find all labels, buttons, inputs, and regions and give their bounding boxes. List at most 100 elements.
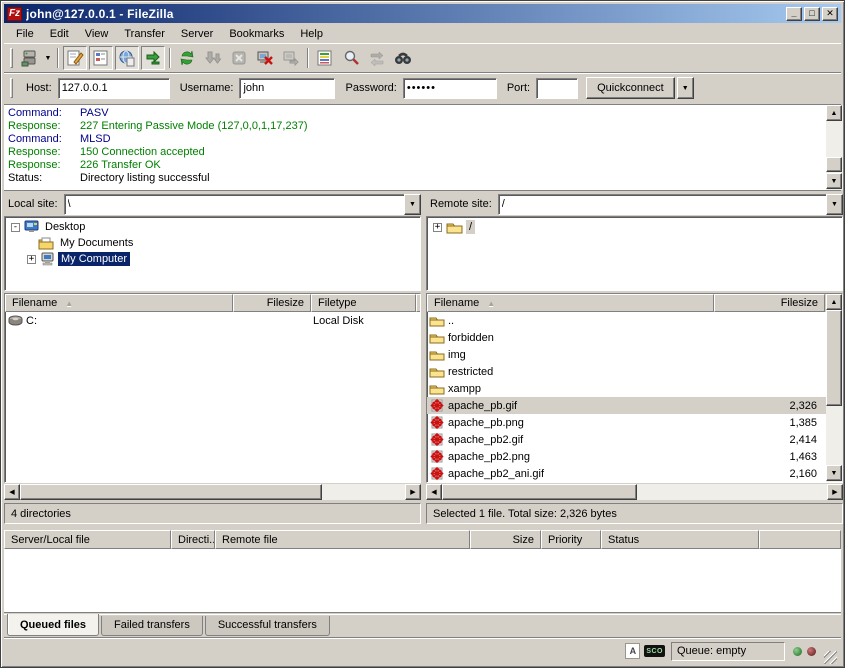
synchronized-browsing-icon[interactable]	[365, 46, 389, 70]
tree-item-my-documents[interactable]: My Documents	[5, 235, 420, 251]
remote-site-label: Remote site:	[430, 198, 492, 210]
minimize-button[interactable]: _	[786, 7, 802, 21]
menu-item[interactable]: Server	[173, 26, 221, 42]
maximize-button[interactable]: □	[804, 7, 820, 21]
titlebar[interactable]: Fz john@127.0.0.1 - FileZilla _ □ ✕	[4, 4, 841, 23]
remote-site-input[interactable]	[498, 194, 826, 215]
menu-item[interactable]: Bookmarks	[221, 26, 292, 42]
toggle-message-log-icon[interactable]	[63, 46, 87, 70]
resize-grip[interactable]	[824, 651, 837, 664]
remote-file-row[interactable]: ..	[427, 312, 842, 329]
remote-file-row[interactable]: apache_pb2.gif 2,414	[427, 431, 842, 448]
queue-list[interactable]	[4, 549, 841, 613]
log-line-text: MLSD	[80, 133, 111, 145]
message-log[interactable]: Command:PASV Response:227 Entering Passi…	[4, 104, 841, 191]
cancel-operation-icon[interactable]	[227, 46, 251, 70]
remote-list-hscrollbar[interactable]: ◀ ▶	[426, 484, 843, 500]
column-header-filename[interactable]: Filename▲	[5, 294, 233, 312]
reconnect-icon[interactable]	[279, 46, 303, 70]
refresh-icon[interactable]	[175, 46, 199, 70]
disconnect-icon[interactable]	[253, 46, 277, 70]
tree-item-my-computer[interactable]: + My Computer	[5, 251, 420, 267]
local-file-list[interactable]: Filename▲ Filesize Filetype L C: Local D…	[4, 293, 421, 483]
filezilla-logo-icon: Fz	[7, 7, 22, 21]
column-header-filetype[interactable]: Filetype	[311, 294, 416, 312]
remote-file-row[interactable]: img	[427, 346, 842, 363]
site-manager-icon[interactable]	[17, 46, 41, 70]
column-header-server-local-file[interactable]: Server/Local file	[4, 530, 171, 549]
file-name: apache_pb2_ani.gif	[448, 468, 544, 480]
local-file-row[interactable]: C: Local Disk	[5, 312, 420, 329]
remote-file-row[interactable]: xampp	[427, 380, 842, 397]
password-input[interactable]	[403, 78, 497, 99]
username-input[interactable]	[239, 78, 335, 99]
file-name: C:	[26, 315, 37, 327]
process-queue-icon[interactable]	[201, 46, 225, 70]
column-header-priority[interactable]: Priority	[541, 530, 601, 549]
quickbar-gripper[interactable]	[10, 78, 13, 98]
find-files-icon[interactable]	[391, 46, 415, 70]
tab-successful-transfers[interactable]: Successful transfers	[205, 616, 330, 636]
close-button[interactable]: ✕	[822, 7, 838, 21]
status-badge-icon[interactable]: SCO	[644, 645, 665, 657]
file-size: 2,160	[714, 468, 825, 480]
remote-list-scrollbar[interactable]: ▲ ▼	[826, 294, 843, 482]
remote-site-dropdown-icon[interactable]: ▼	[826, 194, 843, 215]
port-input[interactable]	[536, 78, 578, 99]
expand-icon[interactable]: +	[433, 223, 442, 232]
column-header-filesize[interactable]: Filesize	[233, 294, 311, 312]
remote-file-row[interactable]: apache_pb.gif 2,326	[427, 397, 842, 414]
my-computer-icon	[40, 252, 55, 266]
toggle-local-tree-icon[interactable]	[89, 46, 113, 70]
file-name: forbidden	[448, 332, 494, 344]
site-manager-dropdown-icon[interactable]: ▼	[42, 46, 54, 70]
column-header-filename[interactable]: Filename▲	[427, 294, 714, 312]
tab-queued-files[interactable]: Queued files	[7, 614, 99, 636]
expand-icon[interactable]: +	[27, 255, 36, 264]
menu-item[interactable]: View	[77, 26, 117, 42]
filter-icon[interactable]	[339, 46, 363, 70]
column-header-filesize[interactable]: Filesize	[714, 294, 825, 312]
column-header-status[interactable]: Status	[601, 530, 759, 549]
tree-item-root[interactable]: + /	[427, 219, 842, 235]
tree-item-desktop[interactable]: - Desktop	[5, 219, 420, 235]
remote-file-list[interactable]: Filename▲ Filesize ..	[426, 293, 843, 483]
local-directory-tree[interactable]: - Desktop My Documents + My Computer	[4, 216, 421, 291]
log-line: Status:Directory listing successful	[8, 172, 841, 185]
menu-item[interactable]: Help	[292, 26, 331, 42]
tab-failed-transfers[interactable]: Failed transfers	[101, 616, 203, 636]
menu-item[interactable]: File	[8, 26, 42, 42]
toolbar-gripper[interactable]	[10, 48, 13, 68]
window-title: john@127.0.0.1 - FileZilla	[26, 7, 786, 21]
host-input[interactable]	[58, 78, 170, 99]
column-header-size[interactable]: Size	[470, 530, 541, 549]
local-list-hscrollbar[interactable]: ◀ ▶	[4, 484, 421, 500]
local-site-dropdown-icon[interactable]: ▼	[404, 194, 421, 215]
menu-item[interactable]: Edit	[42, 26, 77, 42]
file-type-icon	[429, 332, 445, 344]
log-line-type: Command:	[8, 107, 80, 120]
log-line: Response:150 Connection accepted	[8, 146, 841, 159]
directory-comparison-icon[interactable]	[313, 46, 337, 70]
quickconnect-button[interactable]: Quickconnect	[586, 77, 675, 99]
log-scrollbar[interactable]: ▲ ▼	[826, 105, 843, 190]
local-site-input[interactable]	[64, 194, 404, 215]
column-header-remote-file[interactable]: Remote file	[215, 530, 470, 549]
toggle-remote-tree-icon[interactable]	[115, 46, 139, 70]
column-header-direction[interactable]: Directi...	[171, 530, 215, 549]
toggle-queue-icon[interactable]	[141, 46, 165, 70]
remote-file-row[interactable]: apache_pb2_ani.gif 2,160	[427, 465, 842, 482]
quickconnect-dropdown-icon[interactable]: ▼	[677, 77, 694, 99]
remote-directory-tree[interactable]: + /	[426, 216, 843, 291]
folder-icon	[446, 221, 463, 234]
remote-file-row[interactable]: restricted	[427, 363, 842, 380]
remote-file-row[interactable]: apache_pb.png 1,385	[427, 414, 842, 431]
menu-item[interactable]: Transfer	[116, 26, 173, 42]
transfer-type-indicator-icon[interactable]: A	[625, 643, 640, 659]
remote-file-row[interactable]: forbidden	[427, 329, 842, 346]
collapse-icon[interactable]: -	[11, 223, 20, 232]
column-header-last-modified[interactable]: L	[416, 294, 421, 312]
remote-file-row[interactable]: apache_pb2.png 1,463	[427, 448, 842, 465]
filezilla-window: Fz john@127.0.0.1 - FileZilla _ □ ✕ File…	[0, 0, 845, 668]
sort-ascending-icon: ▲	[487, 299, 495, 308]
